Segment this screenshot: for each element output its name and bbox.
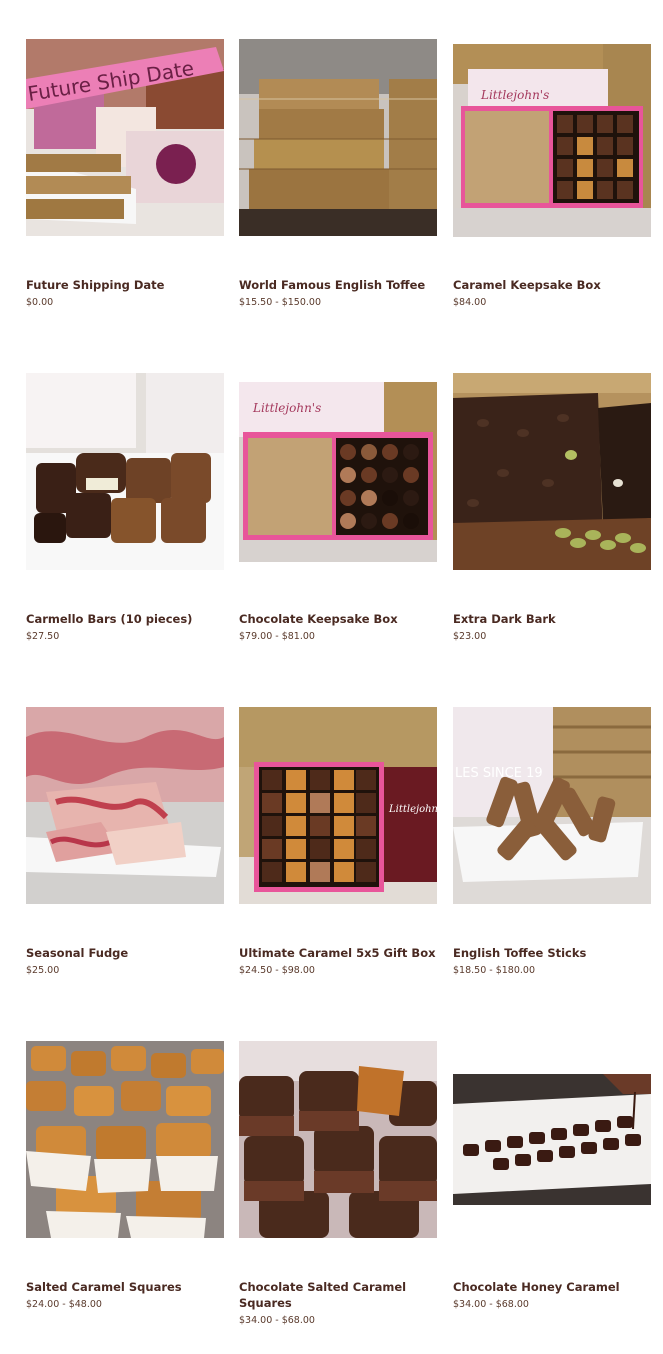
product-image[interactable]: [26, 373, 224, 570]
product-card[interactable]: Salted Caramel Squares $24.00 - $48.00: [26, 1041, 224, 1310]
svg-text:Littlejohn's: Littlejohn's: [388, 804, 437, 815]
product-card[interactable]: Littlejohn's Chocolate Keepsake Box $79.…: [239, 373, 437, 642]
product-price: $18.50 - $180.00: [453, 965, 535, 976]
chocolate-salted-caramel-photo: [239, 1041, 437, 1238]
product-title[interactable]: World Famous English Toffee: [239, 277, 437, 293]
svg-text:LES SINCE 19: LES SINCE 19: [455, 766, 543, 781]
product-image[interactable]: [26, 1041, 224, 1238]
product-price: $0.00: [26, 297, 54, 308]
toffee-stack-photo: [239, 39, 437, 236]
product-card[interactable]: Extra Dark Bark $23.00: [453, 373, 651, 642]
product-image[interactable]: [239, 1041, 437, 1238]
product-title[interactable]: Chocolate Salted Caramel Squares: [239, 1279, 437, 1311]
product-price: $15.50 - $150.00: [239, 297, 321, 308]
product-title[interactable]: Caramel Keepsake Box: [453, 277, 651, 293]
svg-text:Littlejohn's: Littlejohn's: [252, 401, 321, 415]
product-title[interactable]: Chocolate Honey Caramel: [453, 1279, 651, 1295]
product-image[interactable]: [239, 39, 437, 236]
toffee-sticks-photo: LES SINCE 19: [453, 707, 651, 904]
product-price: $24.50 - $98.00: [239, 965, 315, 976]
product-card[interactable]: Carmello Bars (10 pieces) $27.50: [26, 373, 224, 642]
product-image[interactable]: [26, 707, 224, 904]
carmello-bars-photo: [26, 373, 224, 570]
product-title[interactable]: Salted Caramel Squares: [26, 1279, 224, 1295]
product-price: $34.00 - $68.00: [239, 1315, 315, 1326]
dark-bark-photo: [453, 373, 651, 570]
product-card[interactable]: Future Ship Date Future Shipping Date $0…: [26, 39, 224, 308]
honey-caramel-photo: [453, 1074, 651, 1205]
caramel-keepsake-box-photo: Littlejohn's: [453, 44, 651, 237]
product-price: $25.00: [26, 965, 60, 976]
product-price: $24.00 - $48.00: [26, 1299, 102, 1310]
product-price: $84.00: [453, 297, 487, 308]
product-image[interactable]: LES SINCE 19: [453, 707, 651, 904]
product-card[interactable]: LES SINCE 19 English Toffee Sticks $18.5…: [453, 707, 651, 976]
product-title[interactable]: Extra Dark Bark: [453, 611, 651, 627]
salted-caramel-squares-photo: [26, 1041, 224, 1238]
product-price: $34.00 - $68.00: [453, 1299, 529, 1310]
product-image[interactable]: [453, 1074, 651, 1205]
product-image[interactable]: Littlejohn's: [453, 44, 651, 237]
product-title[interactable]: Chocolate Keepsake Box: [239, 611, 437, 627]
product-card[interactable]: World Famous English Toffee $15.50 - $15…: [239, 39, 437, 308]
product-title[interactable]: Ultimate Caramel 5x5 Gift Box: [239, 945, 437, 961]
product-price: $23.00: [453, 631, 487, 642]
product-title[interactable]: English Toffee Sticks: [453, 945, 651, 961]
seasonal-fudge-photo: [26, 707, 224, 904]
product-card[interactable]: Seasonal Fudge $25.00: [26, 707, 224, 976]
product-title[interactable]: Future Shipping Date: [26, 277, 224, 293]
product-image[interactable]: Littlejohn's: [239, 707, 437, 904]
product-card[interactable]: Chocolate Honey Caramel $34.00 - $68.00: [453, 1041, 651, 1310]
product-price: $79.00 - $81.00: [239, 631, 315, 642]
product-image[interactable]: [453, 373, 651, 570]
toffee-gift-photo: Future Ship Date: [26, 39, 224, 236]
svg-text:Littlejohn's: Littlejohn's: [480, 88, 549, 102]
product-image[interactable]: Future Ship Date: [26, 39, 224, 236]
product-card[interactable]: Littlejohn's Caramel Keepsake Box $84.00: [453, 39, 651, 308]
product-card[interactable]: Littlejohn's Ultimate Caramel 5x5 Gift B…: [239, 707, 437, 976]
product-image[interactable]: Littlejohn's: [239, 382, 437, 562]
product-card[interactable]: Chocolate Salted Caramel Squares $34.00 …: [239, 1041, 437, 1326]
caramel-gift-box-photo: Littlejohn's: [239, 707, 437, 904]
product-title[interactable]: Carmello Bars (10 pieces): [26, 611, 224, 627]
product-title[interactable]: Seasonal Fudge: [26, 945, 224, 961]
product-price: $27.50: [26, 631, 60, 642]
chocolate-keepsake-box-photo: Littlejohn's: [239, 382, 437, 562]
